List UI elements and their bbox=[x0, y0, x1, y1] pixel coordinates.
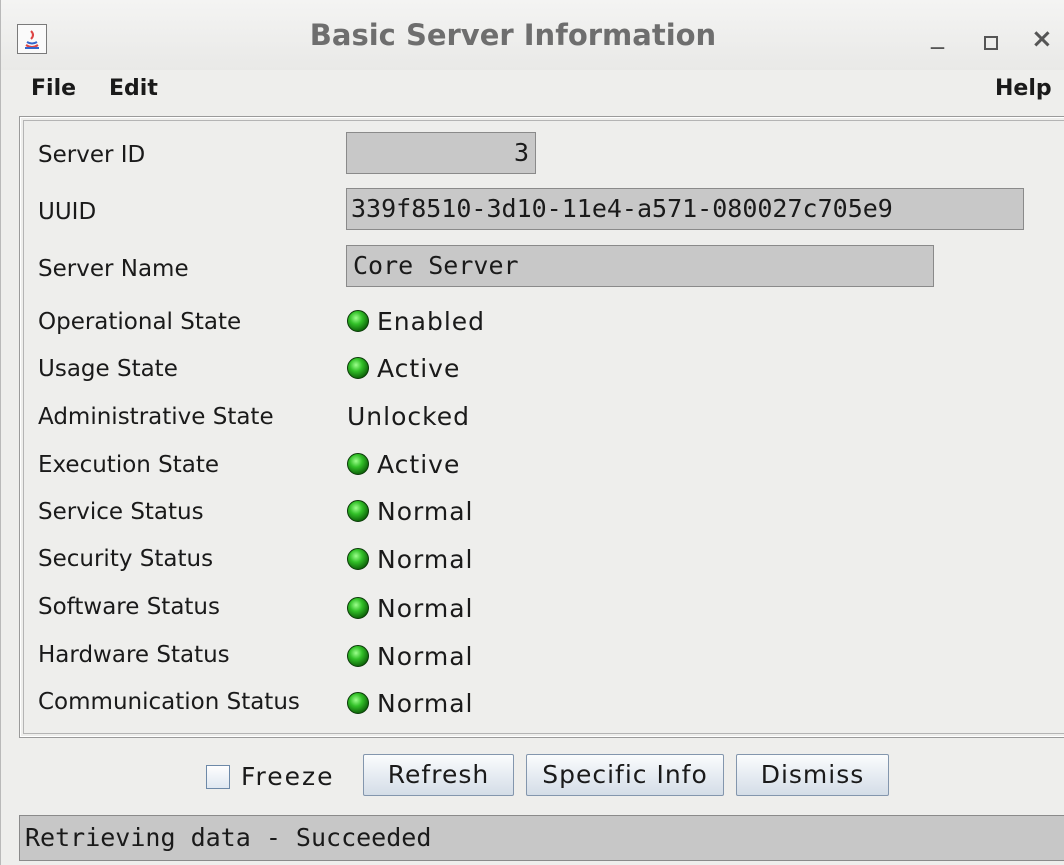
operational-state-value: Enabled bbox=[347, 307, 485, 336]
hardware-status-value: Normal bbox=[347, 642, 473, 671]
server-info-window: Basic Server Information _ × File Edit H… bbox=[0, 0, 1064, 865]
uuid-field: 339f8510-3d10-11e4-a571-080027c705e9 bbox=[346, 188, 1024, 230]
execution-state-label: Execution State bbox=[38, 452, 220, 478]
usage-state-label: Usage State bbox=[38, 356, 178, 382]
operational-state-label: Operational State bbox=[38, 309, 242, 335]
execution-state-text: Active bbox=[377, 450, 461, 479]
status-led-icon bbox=[347, 597, 369, 619]
server-id-field: 3 bbox=[346, 132, 536, 174]
hardware-status-text: Normal bbox=[377, 642, 474, 671]
status-led-icon bbox=[347, 357, 369, 379]
security-status-text: Normal bbox=[377, 545, 474, 574]
freeze-label[interactable]: Freeze bbox=[241, 762, 335, 791]
status-led-icon bbox=[347, 453, 369, 475]
service-status-value: Normal bbox=[347, 497, 473, 526]
security-status-value: Normal bbox=[347, 545, 473, 574]
menu-edit[interactable]: Edit bbox=[109, 76, 158, 101]
service-status-text: Normal bbox=[377, 497, 474, 526]
hardware-status-label: Hardware Status bbox=[38, 642, 230, 668]
server-id-label: Server ID bbox=[38, 142, 146, 168]
usage-state-text: Active bbox=[377, 354, 461, 383]
window-title: Basic Server Information bbox=[309, 18, 717, 52]
execution-state-value: Active bbox=[347, 450, 460, 479]
status-bar: Retrieving data - Succeeded bbox=[19, 815, 1064, 861]
status-led-icon bbox=[347, 548, 369, 570]
communication-status-label: Communication Status bbox=[38, 689, 300, 715]
software-status-label: Software Status bbox=[38, 594, 220, 620]
service-status-label: Service Status bbox=[38, 499, 204, 525]
uuid-label: UUID bbox=[38, 199, 97, 225]
software-status-value: Normal bbox=[347, 594, 473, 623]
server-name-field: Core Server bbox=[346, 245, 934, 287]
menu-file[interactable]: File bbox=[31, 76, 76, 101]
status-led-icon bbox=[347, 692, 369, 714]
administrative-state-value: Unlocked bbox=[347, 402, 470, 431]
maximize-icon[interactable] bbox=[984, 36, 998, 50]
communication-status-value: Normal bbox=[347, 689, 473, 718]
server-name-label: Server Name bbox=[38, 256, 189, 282]
status-led-icon bbox=[347, 310, 369, 332]
security-status-label: Security Status bbox=[38, 546, 214, 572]
refresh-button[interactable]: Refresh bbox=[363, 754, 514, 796]
usage-state-value: Active bbox=[347, 354, 460, 383]
button-bar: Freeze Refresh Specific Info Dismiss bbox=[1, 752, 1064, 802]
status-led-icon bbox=[347, 645, 369, 667]
dismiss-button[interactable]: Dismiss bbox=[736, 754, 889, 796]
communication-status-text: Normal bbox=[377, 689, 474, 718]
menu-bar: File Edit Help bbox=[1, 70, 1064, 110]
menu-help[interactable]: Help bbox=[995, 76, 1052, 101]
operational-state-text: Enabled bbox=[377, 307, 486, 336]
freeze-checkbox[interactable] bbox=[206, 765, 230, 789]
minimize-icon[interactable]: _ bbox=[931, 22, 944, 48]
title-bar[interactable]: Basic Server Information _ × bbox=[1, 0, 1064, 70]
close-icon[interactable]: × bbox=[1031, 26, 1053, 52]
status-led-icon bbox=[347, 500, 369, 522]
software-status-text: Normal bbox=[377, 594, 474, 623]
administrative-state-label: Administrative State bbox=[38, 404, 274, 430]
specific-info-button[interactable]: Specific Info bbox=[526, 754, 724, 796]
